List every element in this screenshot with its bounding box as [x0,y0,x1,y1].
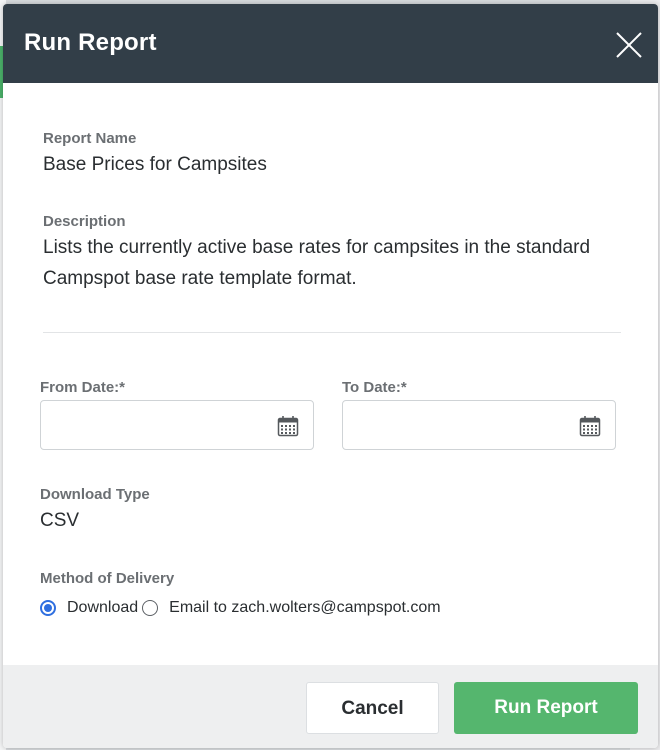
to-date-input[interactable] [343,401,593,449]
delivery-method-label: Method of Delivery [40,570,175,587]
radio-email-label[interactable]: Email to zach.wolters@campspot.com [169,599,440,617]
divider [43,332,621,333]
from-date-field[interactable] [40,400,314,450]
run-report-modal: Run Report Report Name Base Prices for C… [3,4,658,748]
modal-header: Run Report [3,4,658,83]
run-report-button[interactable]: Run Report [454,682,638,734]
from-date-label: From Date:* [40,379,126,396]
to-date-label: To Date:* [342,379,407,396]
calendar-icon[interactable] [277,415,299,437]
radio-email[interactable] [142,600,159,616]
radio-download[interactable] [40,600,56,616]
download-type-value: CSV [40,510,80,531]
from-date-input[interactable] [41,401,291,449]
to-date-field[interactable] [342,400,616,450]
download-type-label: Download Type [40,486,150,503]
calendar-icon[interactable] [579,415,601,437]
report-name-value: Base Prices for Campsites [43,154,267,175]
delivery-options: Download Email to zach.wolters@campspot.… [40,596,441,620]
close-button[interactable] [614,30,644,60]
close-icon [616,32,642,58]
modal-title: Run Report [24,29,157,56]
radio-download-label[interactable]: Download [67,599,138,617]
cancel-button[interactable]: Cancel [306,682,439,734]
modal-body: Report Name Base Prices for Campsites De… [3,83,658,665]
report-name-label: Report Name [43,130,137,147]
description-label: Description [43,213,126,230]
modal-footer: Cancel Run Report [3,665,658,748]
description-value: Lists the currently active base rates fo… [43,237,591,289]
